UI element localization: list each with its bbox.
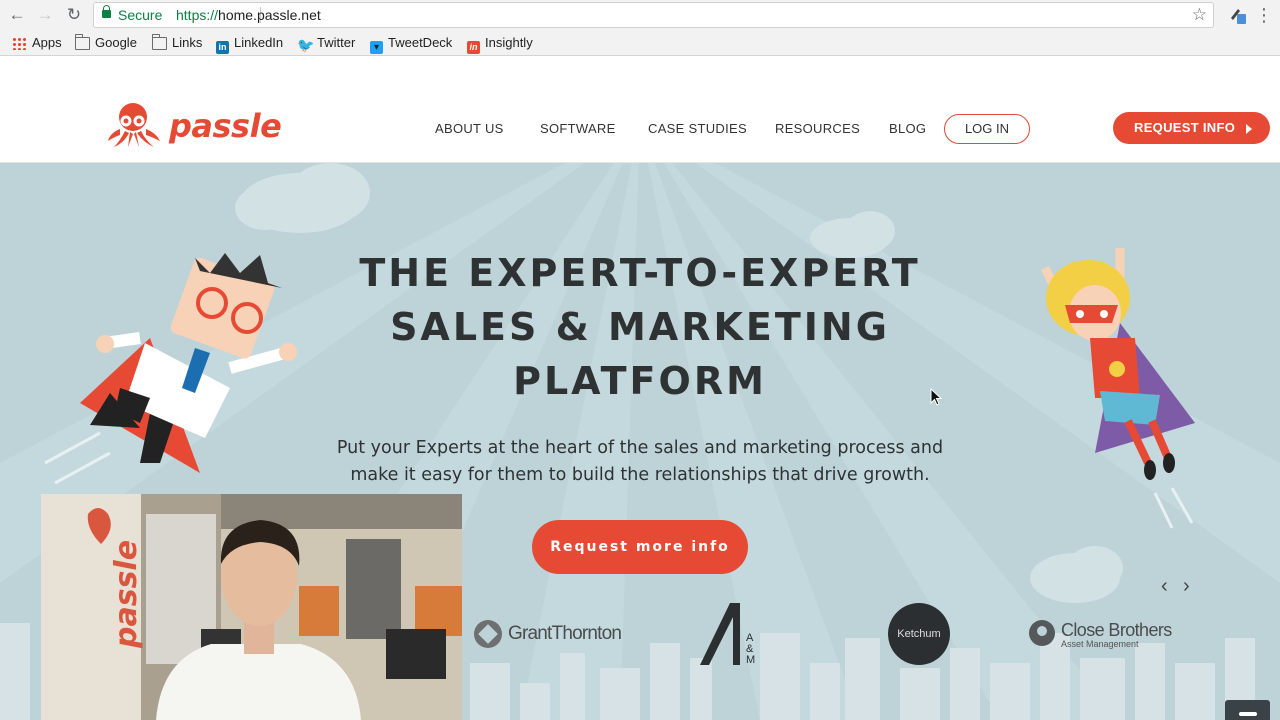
client-logo-ketchum[interactable]: Ketchum (888, 603, 950, 665)
bookmark-twitter[interactable]: 🐦 Twitter (297, 34, 355, 52)
linkedin-icon: in (216, 41, 229, 54)
bookmark-label: Apps (32, 35, 62, 50)
bookmark-tweetdeck[interactable]: ▾ TweetDeck (370, 34, 453, 54)
headline-line-2: SALES & MARKETING (390, 305, 890, 349)
bookmark-links[interactable]: Links (152, 34, 202, 52)
url-scheme: https:// (176, 7, 219, 23)
lock-icon (102, 5, 111, 18)
bookmark-label: TweetDeck (388, 35, 453, 50)
hero-subtext: Put your Experts at the heart of the sal… (330, 435, 950, 489)
insightly-icon: in (467, 41, 480, 54)
bookmark-label: LinkedIn (234, 35, 284, 50)
bookmark-apps[interactable]: Apps (12, 34, 62, 52)
chevron-left-icon[interactable]: ‹ (1161, 576, 1168, 596)
bookmark-label: Twitter (317, 35, 356, 50)
bookmark-star-icon[interactable]: ☆ (1192, 3, 1207, 27)
nav-case-studies[interactable]: CASE STUDIES (648, 121, 747, 136)
am-mark-icon: A & M (700, 603, 755, 666)
folder-icon (152, 34, 167, 50)
nav-blog[interactable]: BLOG (889, 121, 926, 136)
request-info-label: REQUEST INFO (1134, 120, 1236, 135)
bookmark-insightly[interactable]: in Insightly (467, 34, 533, 54)
chevron-right-icon[interactable]: › (1183, 576, 1190, 596)
bookmark-label: Insightly (485, 35, 533, 50)
client-logo-alvarez-marsal[interactable]: A & M (700, 603, 772, 666)
twitter-icon: 🐦 (297, 37, 315, 53)
url-host: home.passle.net (218, 7, 321, 23)
nav-about-us[interactable]: ABOUT US (435, 121, 504, 136)
address-bar[interactable]: Secure https://home.passle.net ☆ (93, 2, 1214, 28)
bookmarks-bar: Apps Google Links in LinkedIn 🐦 Twitter ▾ T… (0, 30, 1280, 56)
bookmark-label: Google (95, 35, 137, 50)
request-more-info-button[interactable]: Request more info (532, 520, 748, 574)
client-subname: Asset Management (1061, 639, 1139, 649)
tweetdeck-icon: ▾ (370, 41, 383, 54)
subtext-line-1: Put your Experts at the heart of the sal… (336, 438, 944, 458)
client-name: Close Brothers (1061, 620, 1172, 640)
login-button[interactable]: LOG IN (944, 114, 1030, 144)
forward-icon[interactable]: → (34, 4, 56, 26)
nav-software[interactable]: SOFTWARE (540, 121, 616, 136)
close-brothers-mark-icon (1029, 620, 1055, 646)
apps-grid-icon (12, 37, 27, 50)
wall-logo-text: passle (109, 540, 144, 649)
headline-line-1: THE EXPERT-TO-EXPERT (359, 251, 921, 295)
request-info-button[interactable]: REQUEST INFO (1113, 112, 1270, 144)
bookmark-linkedin[interactable]: in LinkedIn (216, 34, 284, 54)
nav-resources[interactable]: RESOURCES (775, 121, 860, 136)
chat-widget-tab[interactable] (1225, 700, 1270, 720)
webcam-scene: passle (41, 494, 462, 720)
mouse-cursor-icon (930, 388, 942, 406)
browser-toolbar: ← → ↻ Secure https://home.passle.net ☆ ⋮ (0, 0, 1280, 30)
chrome-menu-icon[interactable]: ⋮ (1255, 4, 1273, 26)
bookmark-google[interactable]: Google (75, 34, 137, 52)
secure-label: Secure (118, 7, 163, 23)
hero-headline: THE EXPERT-TO-EXPERT SALES & MARKETING P… (300, 246, 980, 408)
back-icon[interactable]: ← (6, 4, 28, 26)
extension-icon[interactable] (1229, 6, 1246, 24)
logo-wordmark: passle (169, 107, 282, 145)
site-header: passle ABOUT US SOFTWARE CASE STUDIES RE… (0, 57, 1280, 163)
client-name: Ketchum (897, 628, 941, 640)
octopus-logo-icon (108, 103, 160, 147)
reload-icon[interactable]: ↻ (63, 4, 85, 26)
headline-line-3: PLATFORM (513, 359, 767, 403)
bookmark-label: Links (172, 35, 203, 50)
play-arrow-icon (1246, 124, 1252, 134)
grant-thornton-mark-icon (474, 620, 502, 648)
webcam-video-overlay: passle (41, 494, 462, 720)
client-name: GrantThornton (508, 623, 622, 644)
subtext-line-2: make it easy for them to build the relat… (350, 465, 930, 485)
url-text[interactable]: https://home.passle.net (176, 3, 321, 27)
am-letter-m: M (746, 654, 755, 665)
folder-icon (75, 34, 90, 50)
